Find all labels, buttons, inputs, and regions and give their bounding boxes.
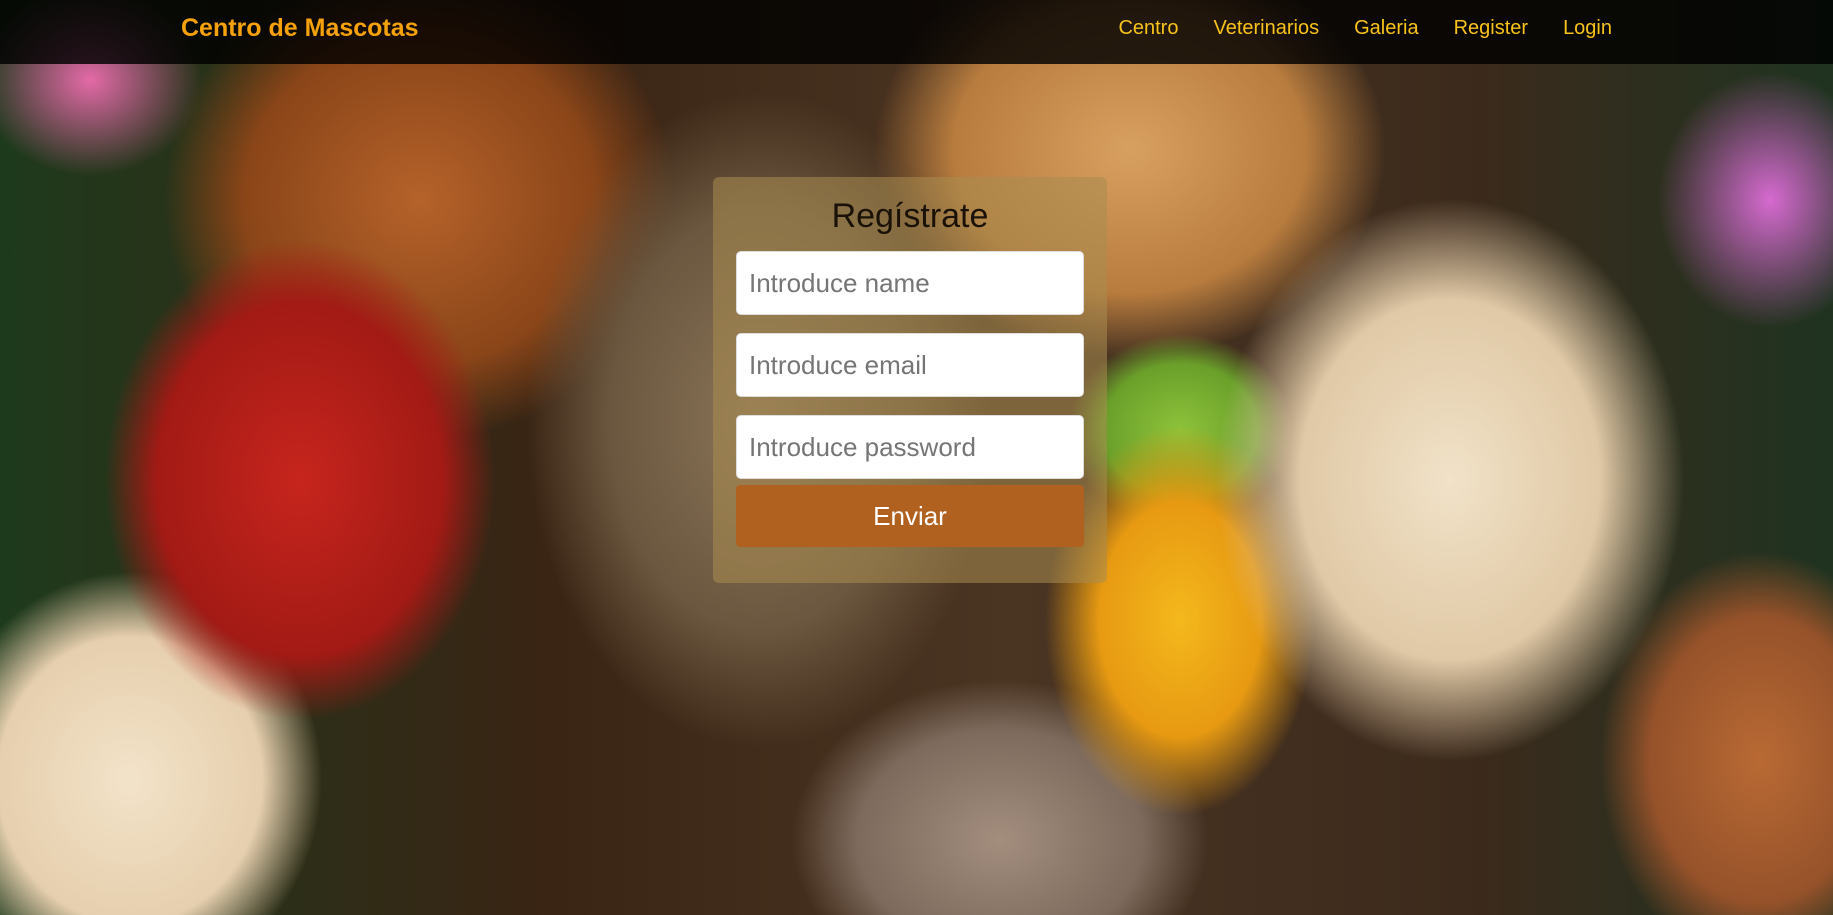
nav-links: Centro Veterinarios Galeria Register Log… — [1083, 17, 1612, 40]
password-input[interactable] — [736, 415, 1084, 479]
nav-link-veterinarios[interactable]: Veterinarios — [1213, 17, 1319, 40]
email-input[interactable] — [736, 333, 1084, 397]
nav-link-register[interactable]: Register — [1454, 17, 1528, 40]
nav-link-login[interactable]: Login — [1563, 17, 1612, 40]
brand-logo-link[interactable]: Centro de Mascotas — [181, 14, 419, 43]
form-title: Regístrate — [831, 197, 989, 235]
nav-link-centro[interactable]: Centro — [1118, 17, 1178, 40]
register-form: Regístrate Enviar — [713, 177, 1107, 583]
submit-button[interactable]: Enviar — [736, 485, 1084, 547]
name-input[interactable] — [736, 251, 1084, 315]
nav-link-galeria[interactable]: Galeria — [1354, 17, 1418, 40]
navbar: Centro de Mascotas Centro Veterinarios G… — [0, 0, 1833, 64]
